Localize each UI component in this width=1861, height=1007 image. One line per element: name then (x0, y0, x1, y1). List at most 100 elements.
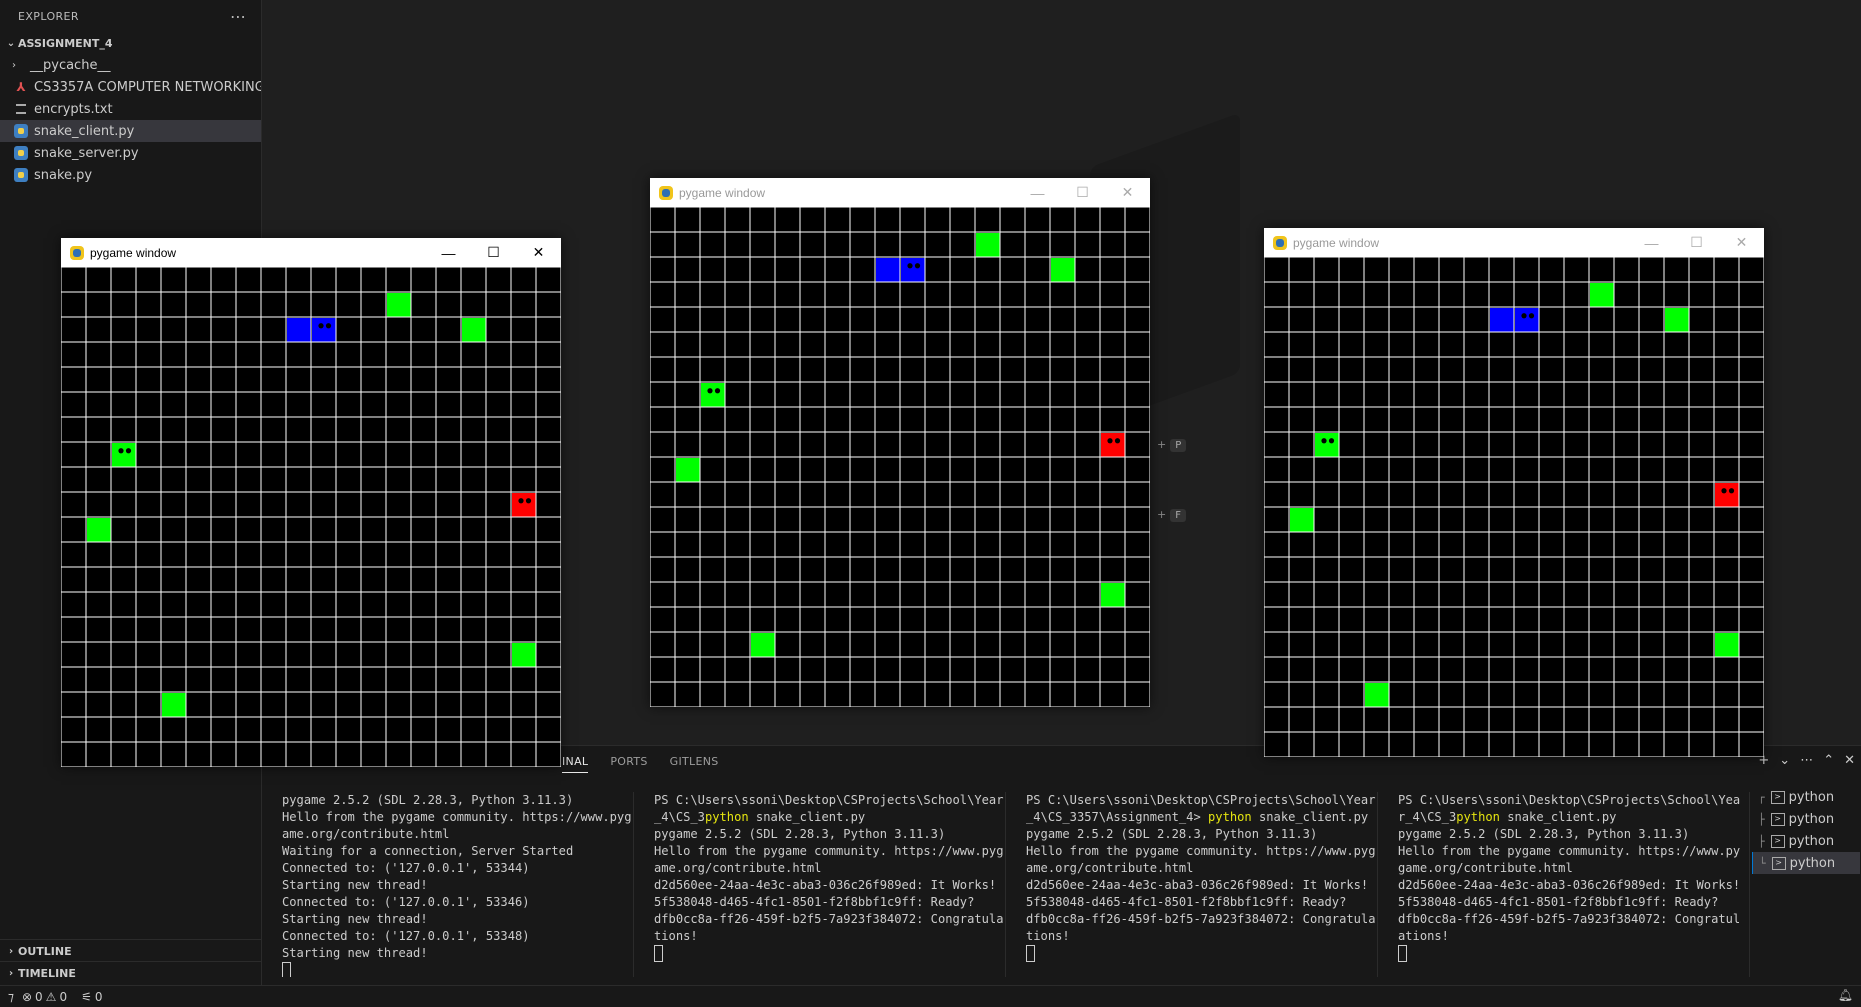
terminal-list-item[interactable]: └ > python (1752, 852, 1860, 874)
maximize-button[interactable]: ☐ (1060, 178, 1105, 207)
food-cell (751, 633, 775, 657)
window-titlebar[interactable]: pygame window — ☐ ✕ (61, 238, 561, 267)
problems-indicator[interactable]: ⊗ 0 ⚠ 0 (22, 990, 67, 1004)
tree-item-pdf[interactable]: ⅄ CS3357A COMPUTER NETWORKING a... (0, 76, 261, 98)
terminal-line: Starting new thread! (282, 946, 428, 960)
terminal-cursor (654, 945, 663, 962)
terminal-icon: > (1770, 790, 1785, 804)
terminal-line: PS C:\Users\ssoni\Desktop\CSProjects\Sch… (1026, 793, 1376, 807)
snake-eye (1328, 438, 1335, 444)
outline-section[interactable]: › OUTLINE (0, 939, 261, 962)
terminal-line: Connected to: ('127.0.0.1', 53346) (282, 895, 530, 909)
red-snake-segment (1715, 483, 1739, 507)
tree-item-pycache[interactable]: › __pycache__ (0, 54, 261, 76)
terminal-line: ame.org/contribute.html (282, 827, 450, 841)
tree-item-label: CS3357A COMPUTER NETWORKING a... (34, 79, 261, 95)
terminal-list-item[interactable]: ┌ > python (1752, 786, 1860, 808)
terminal-line: 5f538048-d465-4fc1-8501-f2f8bbf1c9ff: Re… (1398, 895, 1719, 909)
window-titlebar[interactable]: pygame window — ☐ ✕ (1264, 228, 1764, 257)
ports-indicator[interactable]: ⚟ 0 (81, 990, 102, 1004)
terminal-client-3[interactable]: PS C:\Users\ssoni\Desktop\CSProjects\Sch… (1378, 792, 1750, 977)
pygame-window-3[interactable]: pygame window — ☐ ✕ (1264, 228, 1764, 757)
maximize-button[interactable]: ☐ (471, 238, 516, 267)
blue-snake-segment (1490, 308, 1514, 332)
terminal-client-2[interactable]: PS C:\Users\ssoni\Desktop\CSProjects\Sch… (1006, 792, 1378, 977)
minimize-button[interactable]: — (426, 238, 471, 267)
tree-item-snake[interactable]: snake.py (0, 164, 261, 186)
terminal-line: d2d560ee-24aa-4e3c-aba3-036c26f989ed: It… (1026, 878, 1369, 892)
terminal-server[interactable]: pygame 2.5.2 (SDL 2.28.3, Python 3.11.3)… (262, 792, 634, 977)
timeline-section[interactable]: › TIMELINE (0, 961, 261, 984)
error-icon: ⊗ (21, 989, 33, 1004)
terminal-line: Hello from the pygame community. https:/… (282, 810, 632, 824)
pdf-file-icon: ⅄ (16, 80, 26, 94)
minimize-button[interactable]: — (1015, 178, 1060, 207)
blue-snake-segment (1515, 308, 1539, 332)
tab-gitlens[interactable]: GITLENS (670, 755, 719, 768)
pygame-window-1[interactable]: pygame window — ☐ ✕ (61, 238, 561, 767)
python-file-icon (14, 168, 28, 182)
snake-eye (714, 388, 721, 394)
tree-item-encrypts[interactable]: encrypts.txt (0, 98, 261, 120)
terminal-line: Hello from the pygame community. https:/… (1398, 844, 1741, 858)
window-titlebar[interactable]: pygame window — ☐ ✕ (650, 178, 1150, 207)
snake-eye (525, 498, 532, 504)
minimize-button[interactable]: — (1629, 228, 1674, 257)
terminal-line: ame.org/contribute.html (654, 861, 822, 875)
bell-icon[interactable]: 🔔︎ (1838, 988, 1853, 1002)
tab-ports[interactable]: PORTS (610, 755, 647, 768)
terminal-line: pygame 2.5.2 (SDL 2.28.3, Python 3.11.3) (1026, 827, 1318, 841)
remote-icon[interactable]: ⁊ (8, 990, 14, 1004)
tree-item-label: encrypts.txt (34, 101, 113, 117)
snake-game-board[interactable] (1264, 257, 1764, 757)
terminal-panel: INAL PORTS GITLENS + ⌄ ⋯ ⌃ ✕ pygame 2.5.… (262, 745, 1861, 986)
window-title: pygame window (679, 185, 766, 200)
blue-snake-segment (876, 258, 900, 282)
terminal-line: dfb0cc8a-ff26-459f-b2f5-7a923f384072: Co… (654, 912, 1004, 926)
tree-item-label: __pycache__ (30, 57, 111, 73)
close-button[interactable]: ✕ (1719, 228, 1764, 257)
snake-game-board[interactable] (650, 207, 1150, 707)
tree-item-label: snake.py (34, 167, 93, 183)
snake-eye (325, 323, 332, 329)
green-snake-segment (112, 443, 136, 467)
terminal-line: tions! (654, 929, 698, 943)
food-cell (676, 458, 700, 482)
maximize-panel-icon[interactable]: ⌃ (1823, 753, 1834, 768)
terminal-cursor (282, 962, 291, 977)
snake-eye (1528, 313, 1535, 319)
terminal-list-item[interactable]: ├ > python (1752, 830, 1860, 852)
terminal-line: Connected to: ('127.0.0.1', 53344) (282, 861, 530, 875)
close-icon[interactable]: ✕ (1844, 753, 1855, 768)
status-bar: ⁊ ⊗ 0 ⚠ 0 ⚟ 0 🔔︎ (0, 985, 1861, 1007)
timeline-label: TIMELINE (18, 966, 76, 980)
snake-eye (518, 498, 524, 504)
snake-eye (907, 263, 913, 269)
terminal-line: Hello from the pygame community. https:/… (654, 844, 1004, 858)
chevron-down-icon[interactable]: ⌄ (1779, 753, 1790, 768)
blue-snake-segment (287, 318, 311, 342)
tree-item-snake-client[interactable]: snake_client.py (0, 120, 261, 142)
terminal-split-group: pygame 2.5.2 (SDL 2.28.3, Python 3.11.3)… (262, 792, 1750, 977)
terminal-line: d2d560ee-24aa-4e3c-aba3-036c26f989ed: It… (654, 878, 997, 892)
tree-item-label: snake_client.py (34, 123, 135, 139)
terminal-line: Starting new thread! (282, 878, 428, 892)
tree-item-snake-server[interactable]: snake_server.py (0, 142, 261, 164)
terminal-icon: > (1770, 834, 1785, 848)
project-name: ASSIGNMENT_4 (18, 36, 113, 50)
maximize-button[interactable]: ☐ (1674, 228, 1719, 257)
ellipsis-icon[interactable]: ⋯ (230, 7, 247, 26)
ellipsis-icon[interactable]: ⋯ (1800, 753, 1813, 768)
terminal-line: dfb0cc8a-ff26-459f-b2f5-7a923f384072: Co… (1398, 912, 1741, 926)
terminal-line: 5f538048-d465-4fc1-8501-f2f8bbf1c9ff: Re… (1026, 895, 1347, 909)
project-folder[interactable]: ⌄ ASSIGNMENT_4 (0, 32, 261, 54)
close-button[interactable]: ✕ (1105, 178, 1150, 207)
terminal-cursor (1398, 945, 1407, 962)
terminal-line: pygame 2.5.2 (SDL 2.28.3, Python 3.11.3) (654, 827, 946, 841)
close-button[interactable]: ✕ (516, 238, 561, 267)
pygame-window-2[interactable]: pygame window — ☐ ✕ (650, 178, 1150, 707)
tab-terminal[interactable]: INAL (562, 755, 589, 773)
terminal-list-item[interactable]: ├ > python (1752, 808, 1860, 830)
terminal-client-1[interactable]: PS C:\Users\ssoni\Desktop\CSProjects\Sch… (634, 792, 1006, 977)
snake-game-board[interactable] (61, 267, 561, 767)
